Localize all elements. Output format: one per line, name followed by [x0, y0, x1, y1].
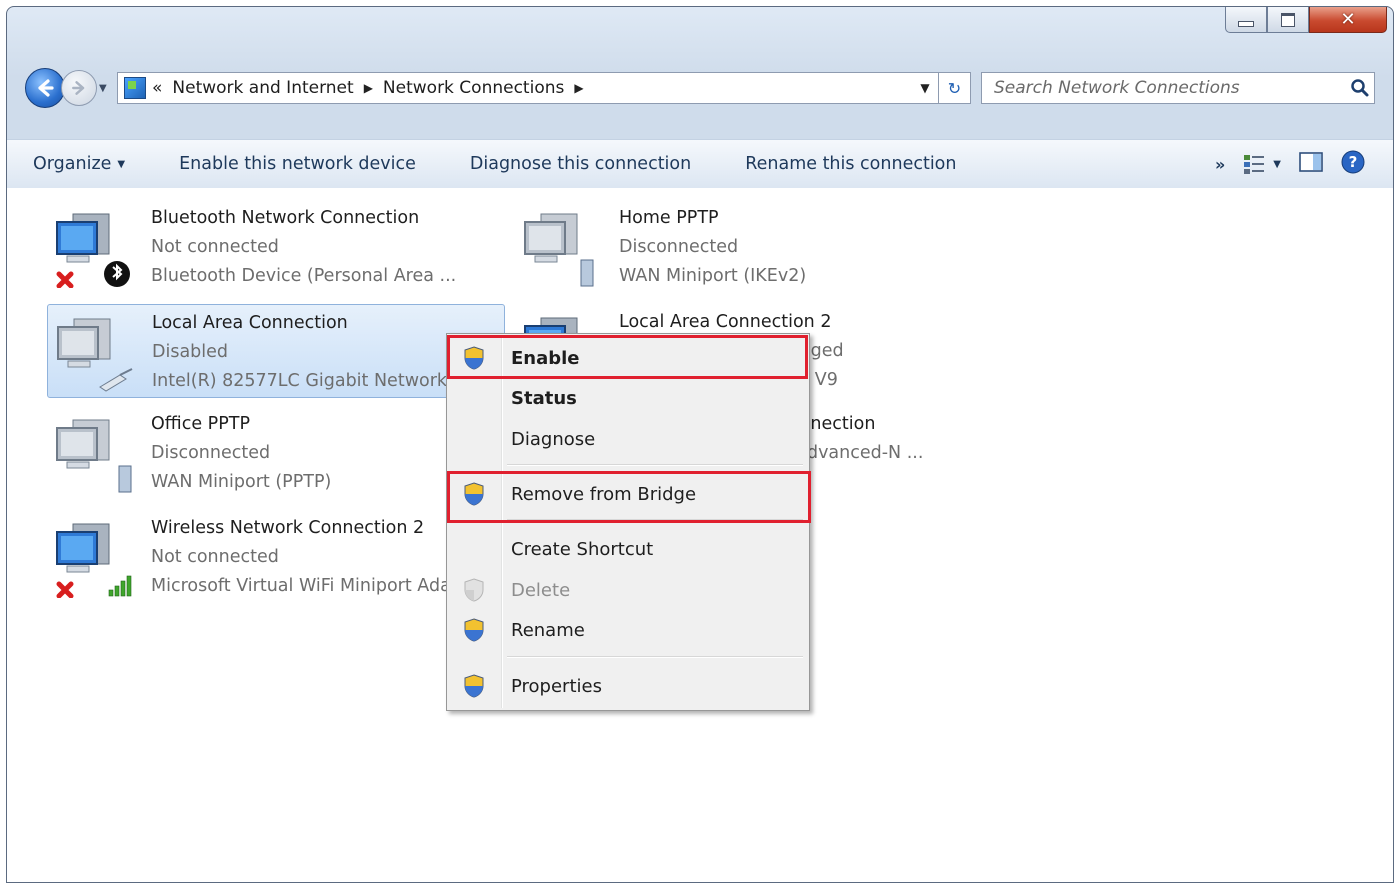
menu-item-delete: Delete [449, 572, 807, 608]
search-input[interactable]: Search Network Connections [982, 78, 1346, 98]
preview-pane-button[interactable] [1299, 151, 1323, 178]
menu-separator [507, 656, 803, 658]
connection-bluetooth[interactable]: Bluetooth Network Connection Not connect… [47, 200, 505, 294]
help-button[interactable]: ? [1341, 150, 1365, 179]
breadcrumb-network-and-internet[interactable]: Network and Internet [172, 78, 353, 98]
close-icon: ✕ [1340, 9, 1356, 30]
menu-item-properties[interactable]: Properties [449, 668, 807, 704]
menu-item-label: Create Shortcut [511, 538, 654, 560]
connection-wireless-2[interactable]: Wireless Network Connection 2 Not connec… [47, 510, 505, 604]
network-computer-icon [56, 213, 130, 288]
address-dropdown[interactable]: ▼ [912, 81, 938, 95]
organize-menu[interactable]: Organize ▼ [7, 154, 152, 174]
network-computer-icon [57, 318, 133, 392]
uac-shield-icon [464, 578, 484, 602]
highlight-enable [447, 335, 808, 379]
caption-buttons: ✕ [1225, 7, 1387, 37]
svg-text:?: ? [1349, 153, 1358, 171]
change-view-button[interactable]: ▼ [1243, 153, 1281, 175]
connection-status: Disconnected [619, 237, 739, 257]
connection-office-pptp[interactable]: Office PPTP Disconnected WAN Miniport (P… [47, 406, 505, 500]
vpn-computer-icon [56, 419, 132, 493]
enable-device-button[interactable]: Enable this network device [152, 154, 443, 174]
view-icon [1244, 155, 1265, 174]
network-location-icon [124, 77, 146, 99]
close-button[interactable]: ✕ [1309, 7, 1387, 33]
forward-button[interactable] [61, 70, 97, 106]
chevron-down-icon: ▼ [1273, 158, 1281, 170]
connection-home-pptp[interactable]: Home PPTP Disconnected WAN Miniport (IKE… [515, 200, 973, 294]
menu-item-diagnose[interactable]: Diagnose [449, 421, 807, 457]
more-commands-button[interactable]: » [1215, 155, 1225, 174]
vpn-computer-icon [524, 213, 594, 287]
wireless-computer-icon [56, 523, 132, 598]
connection-name: Home PPTP [619, 208, 719, 228]
uac-shield-icon [464, 674, 484, 698]
menu-item-label: Rename [511, 619, 585, 641]
menu-item-rename[interactable]: Rename [449, 612, 807, 648]
minimize-button[interactable] [1225, 7, 1267, 33]
maximize-button[interactable] [1267, 7, 1309, 33]
menu-item-create-shortcut[interactable]: Create Shortcut [449, 531, 807, 567]
arrow-right-icon [72, 81, 85, 95]
minimize-icon [1238, 20, 1254, 27]
menu-item-label: Diagnose [511, 428, 596, 450]
address-bar[interactable]: « Network and Internet ▶ Network Connect… [117, 72, 939, 104]
command-bar: Organize ▼ Enable this network device Dia… [7, 139, 1393, 189]
preview-pane-icon [1299, 151, 1323, 172]
menu-separator [507, 464, 803, 466]
uac-shield-icon [464, 618, 484, 642]
connection-device: WAN Miniport (IKEv2) [619, 266, 807, 286]
arrow-left-icon [38, 79, 54, 97]
breadcrumb-network-connections[interactable]: Network Connections [383, 78, 564, 98]
menu-item-label: Delete [511, 579, 571, 601]
breadcrumb-overflow[interactable]: « [152, 78, 162, 98]
search-box[interactable]: Search Network Connections [981, 72, 1375, 104]
chevron-right-icon[interactable]: ▶ [364, 81, 373, 95]
search-icon[interactable] [1346, 78, 1374, 98]
chevron-right-icon[interactable]: ▶ [574, 81, 583, 95]
menu-item-label: Status [511, 387, 577, 409]
connection-local-area[interactable]: Local Area Connection Disabled Intel(R) … [47, 304, 505, 398]
menu-item-status[interactable]: Status [449, 380, 807, 416]
refresh-button[interactable]: ↻ [939, 72, 971, 104]
highlight-remove-from-bridge [447, 471, 811, 523]
help-icon: ? [1341, 150, 1365, 173]
recent-pages-dropdown[interactable]: ▼ [99, 83, 113, 94]
connection-device: Bluetooth Device (Personal Area ... [151, 266, 457, 286]
refresh-icon: ↻ [947, 78, 962, 98]
chevron-down-icon: ▼ [117, 159, 126, 170]
diagnose-connection-button[interactable]: Diagnose this connection [443, 154, 718, 174]
menu-item-label: Properties [511, 675, 602, 697]
connection-status: Not connected [151, 237, 279, 257]
address-row: ▼ « Network and Internet ▶ Network Conne… [25, 68, 1375, 108]
connection-name: Bluetooth Network Connection [151, 208, 420, 228]
maximize-icon [1281, 12, 1295, 27]
rename-connection-button[interactable]: Rename this connection [718, 154, 983, 174]
back-button[interactable] [25, 68, 65, 108]
